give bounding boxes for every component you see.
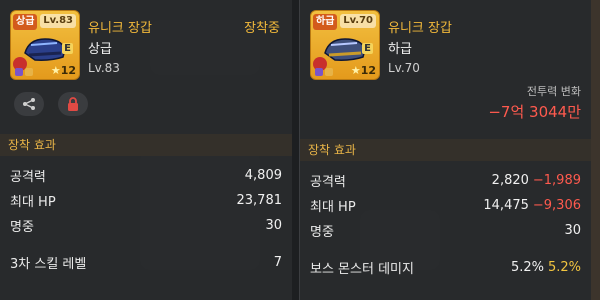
stat-value: 30: [564, 222, 581, 238]
star-icon: ★: [350, 64, 361, 77]
star-count: ★12: [50, 64, 76, 77]
item-name: 유니크 장갑: [88, 21, 152, 36]
stat-label: 명중: [10, 219, 34, 235]
stat-row: 최대 HP 23,781: [10, 189, 282, 211]
lock-button[interactable]: [58, 92, 88, 116]
star-icon: ★: [50, 64, 61, 77]
compare-item-card[interactable]: 하급 Lv.70 E ★12: [310, 10, 380, 80]
lock-icon: [68, 97, 78, 111]
stat-label: 3차 스킬 레벨: [10, 256, 87, 272]
equipped-item-panel: 상급 Lv.83 E ★12 유니크 장갑 상급 Lv.83 장착중 장착 효과: [0, 0, 292, 300]
stat-value: 14,475: [483, 197, 529, 213]
item-level: Lv.70: [388, 61, 420, 75]
stat-diff: 5.2%: [547, 259, 581, 275]
stat-row: 3차 스킬 레벨 7: [10, 251, 282, 273]
stat-label: 공격력: [10, 169, 46, 185]
stat-value: 23,781: [236, 192, 283, 208]
option-dots: [15, 68, 33, 76]
compare-item-panel: 하급 Lv.70 E ★12 유니크 장갑 하급 Lv.70 전투력 변화 −7…: [299, 0, 591, 300]
item-level-tag: Lv.70: [340, 14, 376, 28]
stat-label: 명중: [310, 224, 334, 240]
background-edge: [591, 0, 600, 300]
stat-row: 공격력 2,820 −1,989: [310, 169, 581, 191]
stat-label: 최대 HP: [10, 194, 56, 210]
stat-row: 명중 30: [310, 219, 581, 241]
equipped-item-card[interactable]: 상급 Lv.83 E ★12: [10, 10, 80, 80]
section-title: 장착 효과: [300, 139, 591, 161]
item-grade-tag: 하급: [313, 14, 338, 30]
stat-row: 공격력 4,809: [10, 164, 282, 186]
combat-power-delta: −7억 3044만: [488, 103, 581, 121]
stat-value: 2,820: [491, 172, 529, 188]
stat-row: 보스 몬스터 데미지 5.2% 5.2%: [310, 256, 581, 278]
stat-value: 30: [265, 217, 282, 233]
stat-label: 공격력: [310, 174, 346, 190]
panel-divider: [292, 0, 299, 300]
item-level-tag: Lv.83: [40, 14, 76, 28]
item-grade: 하급: [388, 42, 412, 57]
item-grade-tag: 상급: [13, 14, 38, 30]
star-count: ★12: [350, 64, 376, 77]
item-level: Lv.83: [88, 61, 120, 75]
stat-label: 보스 몬스터 데미지: [310, 261, 414, 277]
option-dots: [315, 68, 333, 76]
item-name: 유니크 장갑: [388, 21, 452, 36]
combat-power-label: 전투력 변화: [526, 85, 581, 98]
stat-row: 명중 30: [10, 214, 282, 236]
item-grade: 상급: [88, 42, 112, 57]
stat-label: 최대 HP: [310, 199, 356, 215]
equipped-label: 장착중: [244, 21, 280, 36]
stat-value: 7: [273, 254, 282, 270]
stat-diff: −1,989: [532, 172, 581, 188]
share-button[interactable]: [14, 92, 44, 116]
stat-diff: −9,306: [532, 197, 581, 213]
stat-value: 5.2%: [510, 259, 544, 275]
equipped-e-badge: E: [62, 43, 73, 54]
section-title: 장착 효과: [0, 134, 292, 156]
stat-row: 최대 HP 14,475 −9,306: [310, 194, 581, 216]
equipped-e-badge: E: [362, 43, 373, 54]
stat-value: 4,809: [244, 167, 282, 183]
share-icon: [23, 98, 35, 110]
